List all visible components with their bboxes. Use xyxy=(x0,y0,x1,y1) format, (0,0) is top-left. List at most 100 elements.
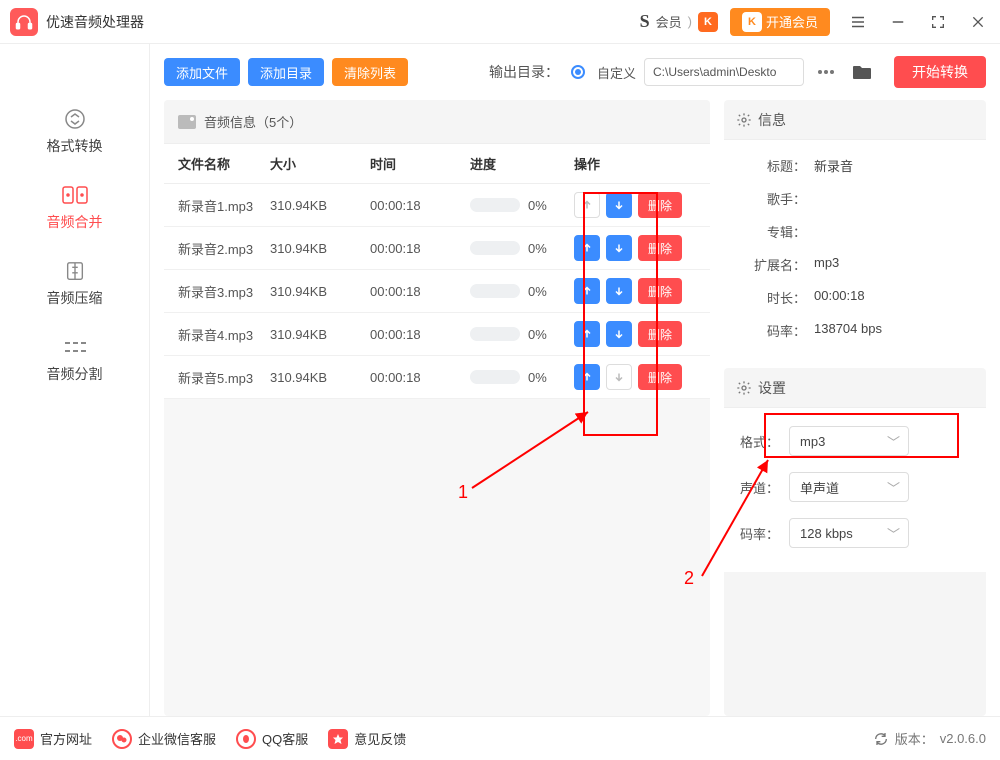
footer: .com官方网址 企业微信客服 QQ客服 意见反馈 版本：v2.0.6.0 xyxy=(0,716,1000,760)
table-row[interactable]: 新录音3.mp3 310.94KB 00:00:18 0% 删除 xyxy=(164,270,710,313)
file-name: 新录音5.mp3 xyxy=(178,368,270,387)
move-up-button[interactable] xyxy=(574,321,600,347)
sidebar-item-audio-compress[interactable]: 音频压缩 xyxy=(0,246,149,322)
delete-button[interactable]: 删除 xyxy=(638,321,682,347)
move-down-button[interactable] xyxy=(606,235,632,261)
start-convert-button[interactable]: 开始转换 xyxy=(894,56,986,88)
add-dir-button[interactable]: 添加目录 xyxy=(248,58,324,86)
gear-icon xyxy=(736,112,752,128)
menu-icon[interactable] xyxy=(846,10,870,34)
more-icon[interactable] xyxy=(812,58,840,86)
progress-text: 0% xyxy=(528,284,547,299)
move-up-button xyxy=(574,192,600,218)
footer-link-wechat[interactable]: 企业微信客服 xyxy=(112,729,216,749)
sidebar-item-format-convert[interactable]: 格式转换 xyxy=(0,94,149,170)
table-row[interactable]: 新录音1.mp3 310.94KB 00:00:18 0% 删除 xyxy=(164,184,710,227)
member-badge: S 会员 ) K xyxy=(640,11,718,32)
footer-link-qq[interactable]: QQ客服 xyxy=(236,729,308,749)
image-icon xyxy=(178,115,196,129)
progress-bar xyxy=(470,198,520,212)
file-size: 310.94KB xyxy=(270,284,370,299)
folder-icon[interactable] xyxy=(848,58,876,86)
website-icon: .com xyxy=(14,729,34,749)
move-down-button xyxy=(606,364,632,390)
file-time: 00:00:18 xyxy=(370,370,470,385)
delete-button[interactable]: 删除 xyxy=(638,364,682,390)
signature-icon: S xyxy=(640,11,650,32)
table-row[interactable]: 新录音4.mp3 310.94KB 00:00:18 0% 删除 xyxy=(164,313,710,356)
settings-panel: 设置 格式： mp3﹀ 声道： 单声道﹀ 码率： 128 xyxy=(724,368,986,716)
chevron-down-icon: ﹀ xyxy=(887,478,900,497)
move-up-button[interactable] xyxy=(574,364,600,390)
file-size: 310.94KB xyxy=(270,370,370,385)
delete-button[interactable]: 删除 xyxy=(638,278,682,304)
output-label: 输出目录： xyxy=(489,62,559,82)
file-time: 00:00:18 xyxy=(370,327,470,342)
gear-icon xyxy=(736,380,752,396)
delete-button[interactable]: 删除 xyxy=(638,235,682,261)
move-down-button[interactable] xyxy=(606,321,632,347)
app-logo xyxy=(10,8,38,36)
bitrate-select[interactable]: 128 kbps﹀ xyxy=(789,518,909,548)
vip-badge-icon: K xyxy=(742,12,762,32)
progress-bar xyxy=(470,284,520,298)
info-bitrate-value: 138704 bps xyxy=(814,321,882,340)
sidebar-item-audio-split[interactable]: 音频分割 xyxy=(0,322,149,398)
move-up-button[interactable] xyxy=(574,278,600,304)
delete-button[interactable]: 删除 xyxy=(638,192,682,218)
output-mode-text: 自定义 xyxy=(597,63,636,82)
progress-bar xyxy=(470,241,520,255)
progress-text: 0% xyxy=(528,241,547,256)
move-up-button[interactable] xyxy=(574,235,600,261)
open-vip-button[interactable]: K 开通会员 xyxy=(730,8,830,36)
info-duration-value: 00:00:18 xyxy=(814,288,865,307)
audio-panel-title: 音频信息（5个） xyxy=(204,112,302,131)
convert-icon xyxy=(61,108,89,130)
compress-icon xyxy=(61,260,89,282)
output-path-input[interactable] xyxy=(644,58,804,86)
progress-text: 0% xyxy=(528,198,547,213)
info-title-value: 新录音 xyxy=(814,156,853,175)
file-size: 310.94KB xyxy=(270,327,370,342)
version-info: 版本：v2.0.6.0 xyxy=(873,729,986,748)
progress-bar xyxy=(470,370,520,384)
footer-link-feedback[interactable]: 意见反馈 xyxy=(328,729,406,749)
refresh-icon xyxy=(873,731,889,747)
move-down-button[interactable] xyxy=(606,192,632,218)
progress-text: 0% xyxy=(528,370,547,385)
info-ext-value: mp3 xyxy=(814,255,839,274)
toolbar: 添加文件 添加目录 清除列表 输出目录： 自定义 开始转换 xyxy=(150,44,1000,100)
close-icon[interactable] xyxy=(966,10,990,34)
clear-list-button[interactable]: 清除列表 xyxy=(332,58,408,86)
file-time: 00:00:18 xyxy=(370,198,470,213)
fullscreen-icon[interactable] xyxy=(926,10,950,34)
member-label: 会员 xyxy=(656,12,682,31)
info-title: 信息 xyxy=(758,110,786,130)
merge-icon xyxy=(61,184,89,206)
format-select[interactable]: mp3﹀ xyxy=(789,426,909,456)
info-panel: 信息 标题：新录音 歌手： 专辑： 扩展名：mp3 时长：00:00:18 码率… xyxy=(724,100,986,356)
file-name: 新录音3.mp3 xyxy=(178,282,270,301)
sidebar-item-audio-merge[interactable]: 音频合并 xyxy=(0,170,149,246)
file-size: 310.94KB xyxy=(270,241,370,256)
feedback-icon xyxy=(328,729,348,749)
table-row[interactable]: 新录音5.mp3 310.94KB 00:00:18 0% 删除 xyxy=(164,356,710,399)
move-down-button[interactable] xyxy=(606,278,632,304)
channel-select[interactable]: 单声道﹀ xyxy=(789,472,909,502)
table-row[interactable]: 新录音2.mp3 310.94KB 00:00:18 0% 删除 xyxy=(164,227,710,270)
minimize-icon[interactable] xyxy=(886,10,910,34)
progress-bar xyxy=(470,327,520,341)
app-title: 优速音频处理器 xyxy=(46,12,144,32)
qq-icon xyxy=(236,729,256,749)
chevron-down-icon: ﹀ xyxy=(887,432,900,451)
titlebar: 优速音频处理器 S 会员 ) K K 开通会员 xyxy=(0,0,1000,44)
file-name: 新录音4.mp3 xyxy=(178,325,270,344)
audio-info-panel: 音频信息（5个） 文件名称 大小 时间 进度 操作 新录音1.mp3 310.9… xyxy=(164,100,710,716)
footer-link-website[interactable]: .com官方网址 xyxy=(14,729,92,749)
table-header: 文件名称 大小 时间 进度 操作 xyxy=(164,144,710,184)
output-mode-radio[interactable] xyxy=(571,65,585,79)
sidebar: 格式转换 音频合并 音频压缩 音频分割 xyxy=(0,44,150,716)
add-file-button[interactable]: 添加文件 xyxy=(164,58,240,86)
file-size: 310.94KB xyxy=(270,198,370,213)
vip-icon: K xyxy=(698,12,718,32)
